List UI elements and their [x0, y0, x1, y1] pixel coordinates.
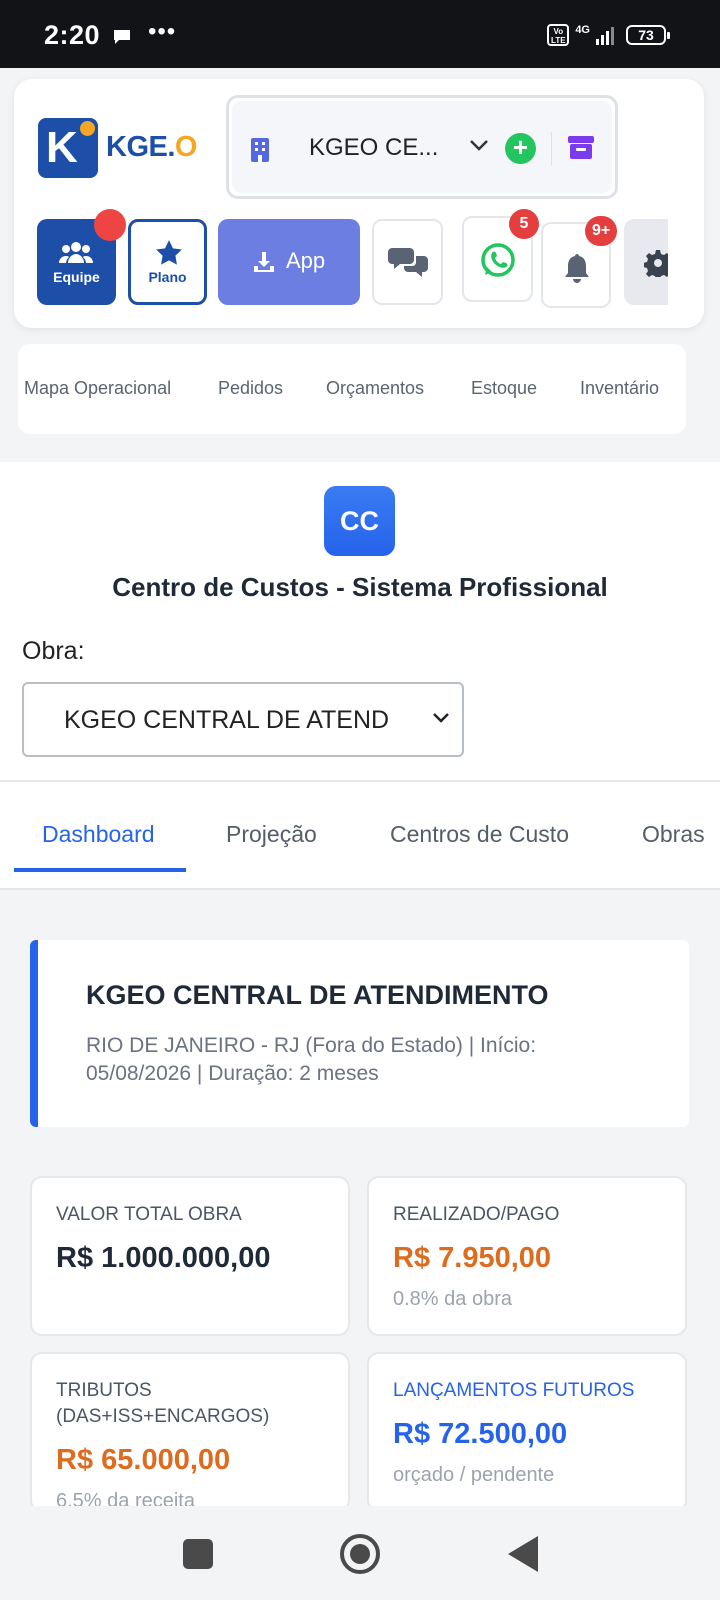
app-logo-text[interactable]: KGE.O [106, 131, 197, 164]
back-button[interactable] [508, 1536, 538, 1572]
chat-button[interactable] [372, 219, 443, 305]
equipe-alert-badge [94, 209, 126, 241]
module-nav: Mapa Operacional Pedidos Orçamentos Esto… [18, 344, 686, 434]
plano-label: Plano [148, 269, 187, 285]
volte-icon: Vo LTE [547, 24, 570, 46]
page-title: Centro de Custos - Sistema Profissional [112, 572, 608, 602]
nav-item-inventario[interactable]: Inventário [580, 378, 659, 399]
more-notifications-icon: ••• [148, 18, 177, 45]
obra-label: Obra: [22, 637, 85, 665]
obra-select-value: KGEO CENTRAL DE ATEND [64, 706, 390, 734]
nav-item-pedidos[interactable]: Pedidos [218, 378, 283, 399]
nav-item-mapa-operacional[interactable]: Mapa Operacional [24, 378, 171, 399]
nav-item-estoque[interactable]: Estoque [471, 378, 537, 399]
tab-centros-de-custo[interactable]: Centros de Custo [390, 821, 569, 848]
add-obra-button[interactable]: + [505, 133, 536, 164]
obra-select[interactable]: KGEO CENTRAL DE ATEND [22, 682, 464, 757]
tab-projecao[interactable]: Projeção [226, 821, 317, 848]
stat-label: REALIZADO/PAGO [393, 1204, 560, 1225]
stat-subtext: orçado / pendente [393, 1464, 555, 1486]
bell-icon [565, 254, 589, 283]
download-icon [254, 252, 274, 272]
users-icon [59, 242, 93, 263]
header-obra-selector[interactable]: KGEO CE... + [226, 95, 618, 199]
system-nav-bar [0, 1506, 720, 1600]
plano-button[interactable]: Plano [128, 219, 207, 305]
app-label: App [286, 248, 326, 273]
divider [0, 780, 720, 782]
status-icons: Vo LTE 4G 73 [547, 23, 670, 46]
notifications-badge: 9+ [585, 216, 618, 246]
nav-item-orcamentos[interactable]: Orçamentos [326, 378, 424, 399]
header-obra-value: KGEO CE... [309, 134, 439, 161]
stat-value: R$ 72.500,00 [393, 1418, 568, 1450]
status-time: 2:20 [44, 20, 101, 50]
tab-obras[interactable]: Obras [642, 821, 705, 848]
project-summary-card: KGEO CENTRAL DE ATENDIMENTO RIO DE JANEI… [30, 940, 689, 1127]
battery-icon: 73 [626, 25, 670, 45]
chevron-down-icon [433, 713, 449, 723]
star-icon [156, 240, 182, 265]
download-app-button[interactable]: App [218, 219, 360, 305]
stat-card-realizado: REALIZADO/PAGO R$ 7.950,00 0.8% da obra [367, 1176, 687, 1336]
gear-icon [644, 250, 668, 277]
stat-value: R$ 1.000.000,00 [56, 1242, 271, 1274]
stat-value: R$ 65.000,00 [56, 1444, 231, 1476]
active-tab-indicator [14, 868, 186, 872]
settings-button[interactable] [624, 219, 668, 305]
header-card: K KGE.O KGEO CE... + Equipe Plano App 5 … [14, 79, 704, 328]
stat-card-valor-total: VALOR TOTAL OBRA R$ 1.000.000,00 [30, 1176, 350, 1336]
stat-label: VALOR TOTAL OBRA [56, 1204, 242, 1225]
archive-icon[interactable] [567, 133, 595, 161]
recents-button[interactable] [183, 1539, 213, 1569]
stat-value: R$ 7.950,00 [393, 1242, 552, 1274]
message-icon [114, 30, 130, 44]
stat-label: TRIBUTOS (DAS+ISS+ENCARGOS) [56, 1380, 270, 1427]
whatsapp-badge: 5 [509, 209, 539, 239]
cost-center-logo: CC [324, 486, 395, 556]
network-type: 4G [575, 23, 590, 36]
divider [551, 132, 552, 166]
project-name: KGEO CENTRAL DE ATENDIMENTO [86, 980, 549, 1010]
signal-icon [596, 25, 614, 45]
stat-label: LANÇAMENTOS FUTUROS [393, 1380, 635, 1401]
chat-icon [388, 248, 428, 277]
building-icon [251, 138, 269, 162]
stat-card-lancamentos-futuros: LANÇAMENTOS FUTUROS R$ 72.500,00 orçado … [367, 1352, 687, 1512]
chevron-down-icon [470, 140, 488, 151]
whatsapp-icon [481, 243, 515, 277]
stat-card-tributos: TRIBUTOS (DAS+ISS+ENCARGOS) R$ 65.000,00… [30, 1352, 350, 1512]
project-details: RIO DE JANEIRO - RJ (Fora do Estado) | I… [86, 1034, 537, 1085]
status-bar: 2:20 ••• Vo LTE 4G 73 [0, 0, 720, 68]
home-button[interactable] [340, 1534, 380, 1574]
stat-subtext: 0.8% da obra [393, 1288, 512, 1310]
logo-dot [80, 121, 95, 136]
equipe-label: Equipe [53, 269, 100, 285]
tab-dashboard[interactable]: Dashboard [42, 821, 155, 848]
